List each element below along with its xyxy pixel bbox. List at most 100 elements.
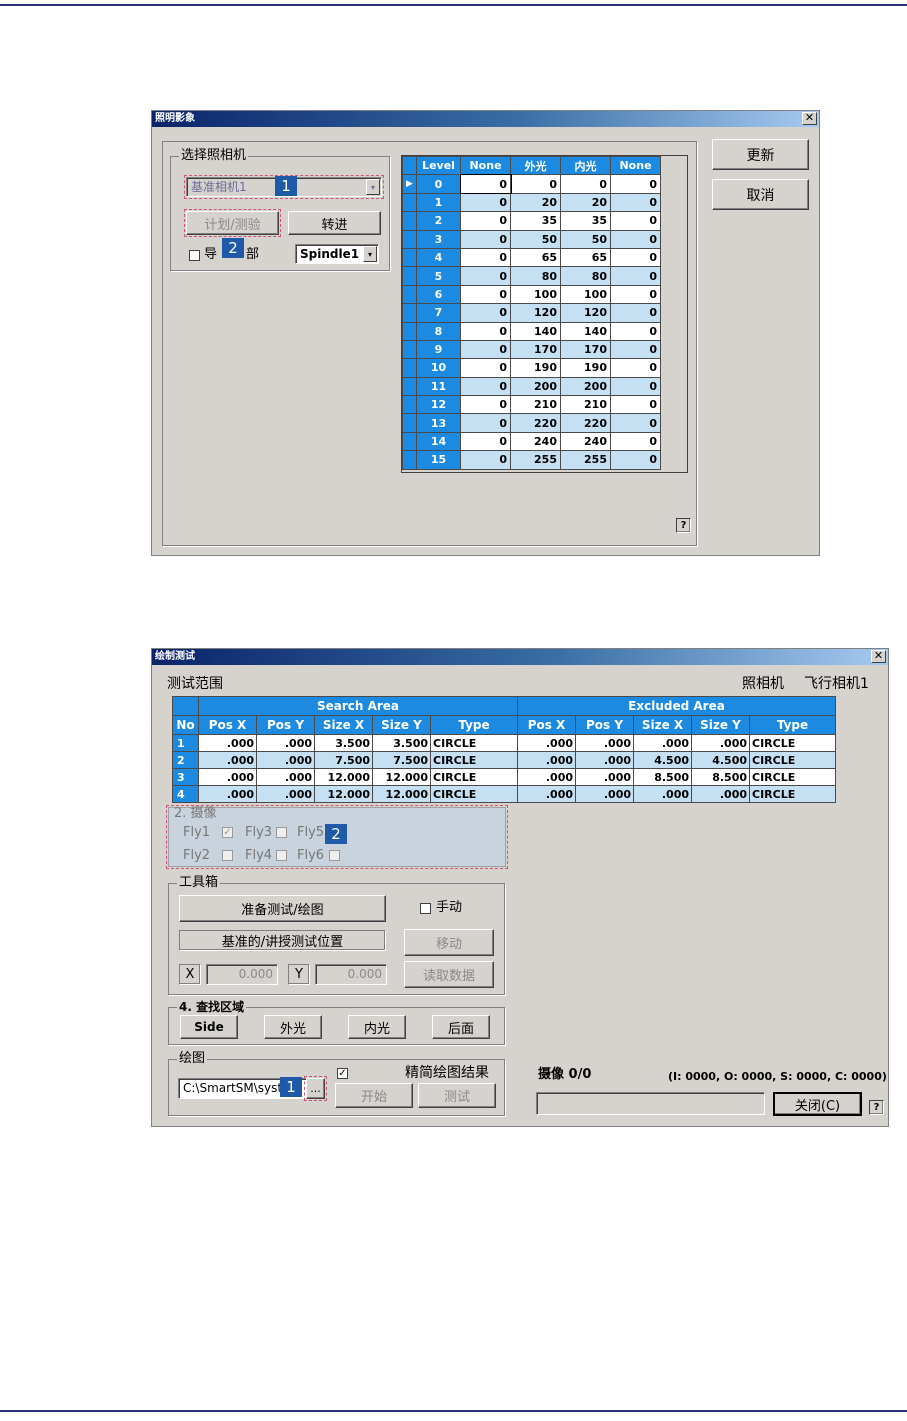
value-cell[interactable]: 0 <box>610 174 661 194</box>
table-cell[interactable]: .000 <box>198 785 257 803</box>
value-cell[interactable]: 100 <box>560 284 611 305</box>
value-cell[interactable]: 240 <box>560 431 611 452</box>
table-cell[interactable]: .000 <box>633 785 692 803</box>
table-cell[interactable]: .000 <box>575 734 634 752</box>
value-cell[interactable]: 0 <box>460 450 511 470</box>
value-cell[interactable]: 0 <box>610 413 661 433</box>
table-cell[interactable]: .000 <box>633 734 692 752</box>
table-cell[interactable]: .000 <box>198 768 257 786</box>
value-cell[interactable]: 255 <box>560 450 611 470</box>
table-cell[interactable]: .000 <box>198 751 257 769</box>
value-cell[interactable]: 0 <box>610 358 661 378</box>
value-cell[interactable]: 0 <box>460 284 511 305</box>
value-cell[interactable]: 0 <box>560 174 611 194</box>
value-cell[interactable]: 0 <box>460 303 511 323</box>
advance-button[interactable]: 转进 <box>288 211 381 235</box>
table-cell[interactable]: .000 <box>575 768 634 786</box>
value-cell[interactable]: 0 <box>510 174 561 194</box>
table-row[interactable]: 7 0 120 120 0 <box>402 303 661 323</box>
row-selector[interactable] <box>402 376 417 397</box>
close-icon[interactable]: ✕ <box>871 650 886 663</box>
value-cell[interactable]: 80 <box>560 266 611 286</box>
table-cell[interactable]: .000 <box>691 734 750 752</box>
chevron-down-icon[interactable]: ▾ <box>363 246 377 262</box>
help-button[interactable]: ? <box>869 1100 884 1115</box>
table-cell[interactable]: 3.500 <box>314 734 373 752</box>
value-cell[interactable]: 0 <box>610 376 661 397</box>
table-row[interactable]: 5 0 80 80 0 <box>402 266 661 286</box>
table-row[interactable]: 13 0 220 220 0 <box>402 413 661 433</box>
table-row[interactable]: 14 0 240 240 0 <box>402 431 661 452</box>
value-cell[interactable]: 100 <box>510 284 561 305</box>
value-cell[interactable]: 20 <box>510 192 561 213</box>
table-cell[interactable]: 8.500 <box>691 768 750 786</box>
table-row[interactable]: 2.000.000 7.500 7.500 CIRCLE .000.000 4.500 4.… <box>172 751 836 769</box>
table-row[interactable]: 3 0 50 50 0 <box>402 229 661 249</box>
table-cell[interactable]: 4.500 <box>691 751 750 769</box>
row-selector[interactable] <box>402 284 417 305</box>
value-cell[interactable]: 200 <box>560 376 611 397</box>
row-selector[interactable] <box>402 450 417 470</box>
table-cell[interactable]: CIRCLE <box>749 734 836 752</box>
table-cell[interactable]: 12.000 <box>372 768 431 786</box>
row-selector[interactable] <box>402 395 417 415</box>
value-cell[interactable]: 0 <box>610 192 661 213</box>
value-cell[interactable]: 190 <box>510 358 561 378</box>
table-cell[interactable]: CIRCLE <box>430 768 518 786</box>
value-cell[interactable]: 120 <box>510 303 561 323</box>
y-input[interactable]: 0.000 <box>315 964 387 985</box>
value-cell[interactable]: 240 <box>510 431 561 452</box>
value-cell[interactable]: 255 <box>510 450 561 470</box>
table-row[interactable]: 1.000.000 3.500 3.500 CIRCLE .000.000.000.00… <box>172 734 836 752</box>
table-row[interactable]: 6 0 100 100 0 <box>402 284 661 305</box>
table-row[interactable]: 12 0 210 210 0 <box>402 395 661 415</box>
table-row[interactable]: 9 0 170 170 0 <box>402 339 661 360</box>
back-button[interactable]: 后面 <box>432 1015 490 1039</box>
x-input[interactable]: 0.000 <box>206 964 278 985</box>
import-checkbox[interactable] <box>189 250 200 261</box>
table-row[interactable]: 10 0 190 190 0 <box>402 358 661 378</box>
value-cell[interactable]: 140 <box>560 321 611 341</box>
row-selector[interactable] <box>402 431 417 452</box>
row-selector[interactable] <box>402 229 417 249</box>
test-button[interactable]: 测试 <box>418 1083 496 1108</box>
value-cell[interactable]: 0 <box>460 431 511 452</box>
table-cell[interactable]: .000 <box>517 768 576 786</box>
table-cell[interactable]: 3.500 <box>372 734 431 752</box>
value-cell[interactable]: 80 <box>510 266 561 286</box>
table-cell[interactable]: CIRCLE <box>749 785 836 803</box>
value-cell[interactable]: 0 <box>460 229 511 249</box>
value-cell[interactable]: 0 <box>460 211 511 231</box>
table-cell[interactable]: 12.000 <box>372 785 431 803</box>
table-cell[interactable]: 8.500 <box>633 768 692 786</box>
simplify-checkbox[interactable]: ✓ <box>337 1068 348 1079</box>
row-selector[interactable] <box>402 266 417 286</box>
table-cell[interactable]: 12.000 <box>314 768 373 786</box>
value-cell[interactable]: 220 <box>560 413 611 433</box>
table-cell[interactable]: .000 <box>256 785 315 803</box>
value-cell[interactable]: 0 <box>460 395 511 415</box>
table-cell[interactable]: CIRCLE <box>430 751 518 769</box>
value-cell[interactable]: 170 <box>560 339 611 360</box>
value-cell[interactable]: 220 <box>510 413 561 433</box>
table-row[interactable]: 11 0 200 200 0 <box>402 376 661 397</box>
row-selector[interactable] <box>402 358 417 378</box>
table-cell[interactable]: CIRCLE <box>430 785 518 803</box>
value-cell[interactable]: 0 <box>610 450 661 470</box>
outer-light-button[interactable]: 外光 <box>264 1015 322 1039</box>
table-cell[interactable]: .000 <box>198 734 257 752</box>
table-row[interactable]: 2 0 35 35 0 <box>402 211 661 231</box>
table-cell[interactable]: .000 <box>517 751 576 769</box>
prepare-test-button[interactable]: 准备测试/绘图 <box>179 895 386 922</box>
table-cell[interactable]: .000 <box>575 751 634 769</box>
table-cell[interactable]: .000 <box>256 768 315 786</box>
table-row[interactable]: 15 0 255 255 0 <box>402 450 661 470</box>
value-cell[interactable]: 0 <box>610 211 661 231</box>
close-button[interactable]: 关闭(C) <box>773 1092 862 1116</box>
value-cell[interactable]: 0 <box>460 376 511 397</box>
value-cell[interactable]: 210 <box>510 395 561 415</box>
table-row[interactable]: 8 0 140 140 0 <box>402 321 661 341</box>
help-button[interactable]: ? <box>676 518 691 533</box>
value-cell[interactable]: 0 <box>610 247 661 268</box>
value-cell[interactable]: 0 <box>460 413 511 433</box>
